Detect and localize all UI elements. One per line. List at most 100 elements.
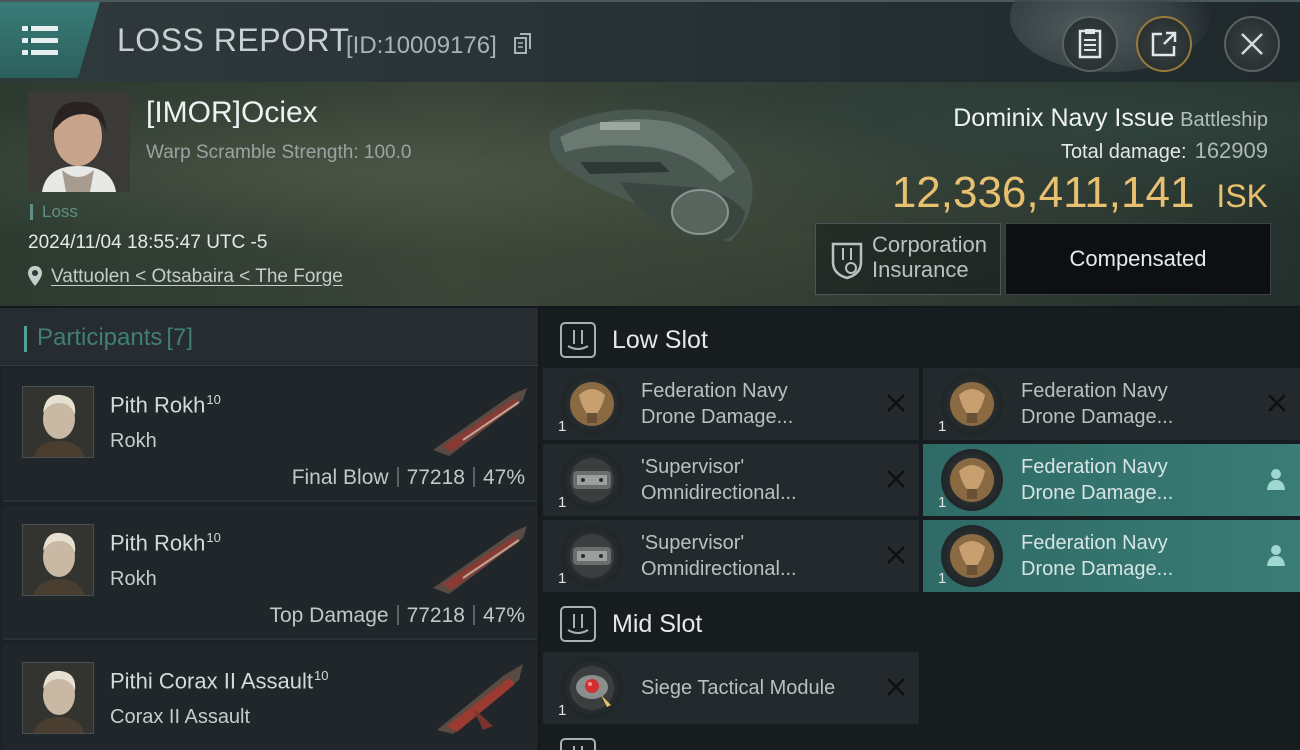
header-marker (24, 326, 27, 352)
participant-name-text: Pith Rokh (110, 530, 206, 556)
participant-ship: Corax II Assault (110, 706, 251, 728)
menu-icon-notch (28, 50, 31, 55)
omnidirectional-link-icon (561, 449, 623, 511)
participant-tag: Final Blow (291, 466, 389, 489)
omnidirectional-link-icon (561, 525, 623, 587)
dropped-user-icon (1267, 469, 1285, 490)
location-pin-icon (28, 266, 42, 286)
dropped-user-icon (1267, 545, 1285, 566)
participants-count: [7] (166, 324, 194, 351)
module-name: Federation Navy Drone Damage... (1021, 530, 1241, 582)
insurance-label-line2: Insurance (872, 257, 969, 282)
insurance-label-line1: Corporation (872, 232, 987, 257)
module-item[interactable]: 1 Siege Tactical Module (543, 652, 919, 724)
participant-name-text: Pith Rokh (110, 392, 206, 418)
total-damage-value: 162909 (1194, 138, 1268, 163)
participant-level: 10 (206, 530, 221, 545)
module-name-line2: Drone Damage... (641, 406, 794, 428)
insurance-label: Corporation Insurance (872, 232, 987, 282)
drone-damage-amplifier-icon (941, 373, 1003, 435)
separator (396, 605, 399, 625)
victim-name[interactable]: [IMOR]Ociex (146, 96, 318, 130)
total-damage: Total damage: 162909 (1061, 138, 1268, 164)
module-name-line1: 'Supervisor' (641, 456, 745, 478)
kill-location-link[interactable]: Vattuolen < Otsabaira < The Forge (51, 266, 343, 288)
module-name-line1: Federation Navy (1021, 532, 1168, 554)
rig-slot-icon (560, 738, 596, 750)
page-title: LOSS REPORT (117, 22, 350, 58)
avatar (23, 525, 93, 595)
participant-level: 10 (313, 668, 329, 683)
isk-unit: ISK (1216, 178, 1268, 214)
participant-ship-icon (433, 526, 527, 594)
participant-stats: Top Damage 77218 47% (269, 604, 525, 628)
victim-avatar (28, 92, 130, 192)
participant-ship-icon (437, 664, 523, 734)
participants-panel: Participants [7] Pith Rokh10 Rokh Final B… (0, 308, 538, 750)
ship-name[interactable]: Dominix Navy Issue (953, 104, 1174, 132)
module-name-line2: Drone Damage... (1021, 558, 1174, 580)
participant-percent: 47% (482, 604, 525, 627)
module-name-line1: Federation Navy (641, 380, 788, 402)
menu-icon-notch (28, 38, 31, 43)
participant-ship: Rokh (110, 568, 157, 590)
module-quantity: 1 (938, 494, 947, 511)
module-name-line2: Omnidirectional... (641, 558, 797, 580)
insurance-button[interactable]: Corporation Insurance (815, 223, 1001, 295)
module-item[interactable]: 1 Federation Navy Drone Damage... (543, 368, 919, 440)
module-name-line1: Federation Navy (1021, 380, 1168, 402)
participant-ship-icon (433, 388, 527, 456)
copy-icon[interactable] (514, 33, 532, 55)
mid-slot-header: Mid Slot (540, 594, 1300, 654)
share-button[interactable] (1136, 16, 1192, 72)
report-document-button[interactable] (1062, 16, 1118, 72)
participant-row[interactable]: Pith Rokh10 Rokh Final Blow 77218 47% (3, 368, 537, 502)
mid-slot-label: Mid Slot (612, 610, 703, 638)
participant-row[interactable]: Pithi Corax II Assault10 Corax II Assaul… (3, 644, 537, 750)
participant-damage: 77218 (406, 466, 465, 489)
close-icon (1241, 33, 1263, 55)
module-name-line1: 'Supervisor' (641, 532, 745, 554)
compensation-status: Compensated (1005, 223, 1271, 295)
separator (396, 467, 399, 487)
participant-level: 10 (206, 392, 221, 407)
drone-damage-amplifier-icon (941, 449, 1003, 511)
ship-type: Dominix Navy Issue Battleship (953, 104, 1268, 133)
participant-stats: Final Blow 77218 47% (292, 466, 525, 490)
ship-class: Battleship (1180, 109, 1268, 131)
module-item[interactable]: 1 'Supervisor' Omnidirectional... (543, 520, 919, 592)
mid-slot-icon (560, 606, 596, 642)
close-button[interactable] (1224, 16, 1280, 72)
module-name: Federation Navy Drone Damage... (1021, 454, 1241, 506)
module-name-line1: Federation Navy (1021, 456, 1168, 478)
participant-row[interactable]: Pith Rokh10 Rokh Top Damage 77218 47% (3, 506, 537, 640)
fitting-panel: Low Slot 1 Federation Navy Drone Damage..… (540, 308, 1300, 750)
victim-portrait[interactable] (28, 92, 130, 192)
participant-ship: Rokh (110, 430, 157, 452)
avatar (23, 387, 93, 457)
separator (472, 467, 475, 487)
participant-tag: Top Damage (269, 604, 389, 627)
next-slot-header (540, 726, 1300, 750)
victim-banner: [IMOR]Ociex Warp Scramble Strength: 100.… (0, 82, 1300, 306)
isk-value: 12,336,411,141 ISK (892, 168, 1268, 218)
module-quantity: 1 (938, 418, 947, 435)
module-item[interactable]: 1 'Supervisor' Omnidirectional... (543, 444, 919, 516)
participant-name[interactable]: Pithi Corax II Assault10 (110, 668, 328, 694)
participant-name[interactable]: Pith Rokh10 (110, 530, 221, 556)
module-item[interactable]: 1 Federation Navy Drone Damage... (923, 368, 1300, 440)
participant-name[interactable]: Pith Rokh10 (110, 392, 221, 418)
insurance-shield-icon (831, 242, 863, 280)
participant-name-text: Pithi Corax II Assault (110, 668, 313, 694)
menu-button[interactable] (0, 2, 100, 78)
low-slot-icon (560, 322, 596, 358)
module-item[interactable]: 1 Federation Navy Drone Damage... (923, 444, 1300, 516)
participant-avatar (22, 662, 94, 734)
module-name: 'Supervisor' Omnidirectional... (641, 530, 861, 582)
module-quantity: 1 (938, 570, 947, 587)
participants-title-text: Participants (37, 324, 163, 351)
module-name: 'Supervisor' Omnidirectional... (641, 454, 861, 506)
participants-header: Participants [7] (0, 308, 538, 366)
module-item[interactable]: 1 Federation Navy Drone Damage... (923, 520, 1300, 592)
drone-damage-amplifier-icon (941, 525, 1003, 587)
